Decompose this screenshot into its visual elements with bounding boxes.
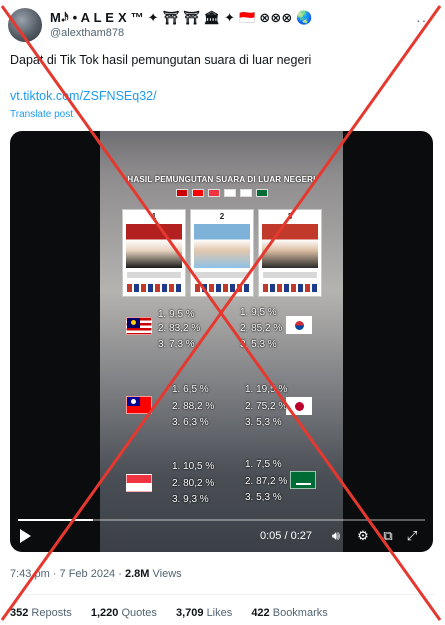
flag-saudi-arabia (290, 471, 316, 489)
result-singapore-3: 3. 9,3 % (172, 494, 209, 505)
tweet-text: Dapat di Tik Tok hasil pemungutan suara … (10, 53, 312, 67)
candidate-number: 2 (219, 212, 225, 221)
candidate-photo (126, 224, 182, 268)
settings-icon[interactable]: ⚙ (355, 528, 371, 544)
party-logos (263, 284, 317, 292)
reposts-stat[interactable]: 352 Reposts (10, 607, 72, 619)
candidate-card-3: 3 (258, 209, 322, 297)
picture-in-picture-icon[interactable]: ⧉ (380, 528, 396, 544)
tweet-meta: 7:43 pm · 7 Feb 2024 · 2.8M Views (10, 568, 182, 580)
video-player[interactable]: HASIL PEMUNGUTAN SUARA DI LUAR NEGERI 1 … (10, 131, 433, 552)
candidate-card-2: 2 (190, 209, 254, 297)
result-malaysia-2: 2. 83,2 % (158, 323, 201, 334)
engagement-stats: 352 Reposts 1,220 Quotes 3,709 Likes 422… (10, 607, 328, 619)
result-saudi-2: 2. 87,2 % (245, 476, 288, 487)
candidate-caption (195, 272, 249, 278)
tiktok-link[interactable]: vt.tiktok.com/ZSFNSEq32/ (10, 89, 157, 103)
result-japan-2: 2. 75,2 % (245, 401, 288, 412)
bookmarks-label: Bookmarks (272, 607, 328, 619)
likes-count: 3,709 (175, 607, 204, 619)
fullscreen-icon[interactable]: ⤢ (404, 528, 420, 544)
user-handle[interactable]: @alextham878 (50, 27, 124, 39)
translate-post-link[interactable]: Translate post (10, 109, 73, 120)
result-malaysia-3: 3. 7,3 % (158, 339, 195, 350)
flag-taiwan (126, 396, 152, 414)
timestamp[interactable]: 7:43 pm · 7 Feb 2024 · (10, 568, 122, 580)
result-singapore-2: 2. 80,2 % (172, 478, 215, 489)
result-korea-1: 1. 9,5 % (240, 307, 277, 318)
quotes-label: Quotes (121, 607, 157, 619)
video-frame: HASIL PEMUNGUTAN SUARA DI LUAR NEGERI 1 … (100, 131, 343, 552)
quotes-stat[interactable]: 1,220 Quotes (91, 607, 157, 619)
video-banner: HASIL PEMUNGUTAN SUARA DI LUAR NEGERI (127, 175, 316, 184)
flag-japan (286, 397, 312, 415)
divider (10, 594, 435, 595)
result-taiwan-2: 2. 88,2 % (172, 401, 215, 412)
progress-fill[interactable] (18, 519, 94, 521)
likes-stat[interactable]: 3,709 Likes (176, 607, 232, 619)
result-japan-3: 3. 5,3 % (245, 417, 282, 428)
flag-row (100, 189, 343, 199)
reposts-label: Reposts (31, 607, 72, 619)
candidate-cards: 1 2 3 (122, 209, 322, 297)
quotes-count: 1,220 (90, 607, 119, 619)
result-malaysia-1: 1. 9,5 % (158, 309, 195, 320)
bookmarks-count: 422 (251, 607, 270, 619)
result-korea-3: 3. 5,3 % (240, 339, 277, 350)
flag-malaysia (126, 317, 152, 335)
flag-south-korea (286, 316, 312, 334)
tweet-header: M𝆺𝅥𝅯 • A L E X ™ ✦ ⛩ ⛩ 🏛 ✦ 🇮🇩 ⊗⊗⊗ 🌏 @ale… (8, 8, 437, 42)
result-taiwan-3: 3. 6,3 % (172, 417, 209, 428)
candidate-caption (263, 272, 317, 278)
candidate-photo (262, 224, 318, 268)
result-taiwan-1: 1. 6,5 % (172, 384, 209, 395)
result-saudi-3: 3. 5,3 % (245, 492, 282, 503)
bookmarks-stat[interactable]: 422 Bookmarks (251, 607, 327, 619)
display-name[interactable]: M𝆺𝅥𝅯 • A L E X ™ ✦ ⛩ ⛩ 🏛 ✦ 🇮🇩 ⊗⊗⊗ 🌏 (50, 10, 313, 26)
result-japan-1: 1. 19,5 % (245, 384, 288, 395)
likes-label: Likes (206, 607, 233, 619)
candidate-photo (194, 224, 250, 268)
result-korea-2: 2. 85,2 % (240, 323, 283, 334)
more-icon[interactable]: ··· (416, 12, 433, 28)
result-singapore-1: 1. 10,5 % (172, 461, 215, 472)
views-count: 2.8M (124, 568, 150, 580)
candidate-caption (127, 272, 181, 278)
avatar[interactable] (8, 8, 42, 42)
volume-icon[interactable]: 🔊︎ (328, 528, 344, 544)
candidate-card-1: 1 (122, 209, 186, 297)
candidate-number: 3 (287, 212, 293, 221)
views-label: Views (152, 568, 182, 580)
reposts-count: 352 (10, 607, 29, 619)
candidate-number: 1 (151, 212, 157, 221)
time-readout: 0:05 / 0:27 (260, 530, 312, 542)
play-icon[interactable] (20, 529, 31, 543)
result-saudi-1: 1. 7,5 % (245, 459, 282, 470)
flag-singapore (126, 474, 152, 492)
party-logos (127, 284, 181, 292)
party-logos (195, 284, 249, 292)
